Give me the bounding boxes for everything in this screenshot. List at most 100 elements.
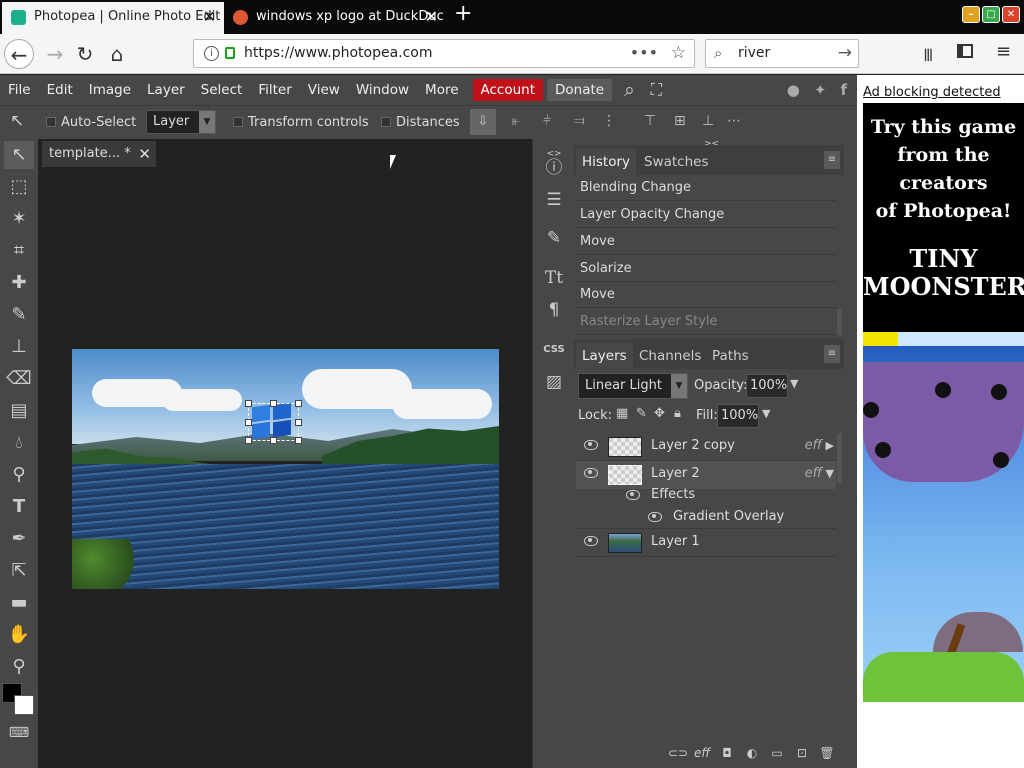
canvas-area[interactable]: template.⁠.. * ✕ (38, 139, 532, 768)
lock-all-icon[interactable]: 🔒︎ (674, 406, 681, 421)
history-item[interactable]: Layer Opacity Change (576, 202, 836, 228)
search-query[interactable]: river (738, 45, 770, 61)
facebook-icon[interactable]: f (840, 81, 847, 99)
panel-menu-icon[interactable]: ≡ (824, 151, 840, 169)
sidebar-toggle-icon[interactable] (957, 44, 973, 58)
maximize-icon[interactable]: □ (982, 6, 1000, 23)
distribute-icon[interactable]: ⋮ (602, 113, 616, 129)
align-right-icon[interactable]: ⫤ (574, 113, 585, 129)
history-item[interactable]: Move (576, 282, 836, 308)
forward-arrow-icon[interactable]: → (40, 39, 70, 69)
brush-settings-icon[interactable]: ✎ (537, 223, 571, 253)
shape-tool-icon[interactable]: ▬ (4, 589, 34, 617)
menu-edit[interactable]: Edit (39, 75, 81, 105)
ad-blocking-link[interactable]: Ad blocking detected (863, 85, 1001, 100)
river-photo[interactable] (72, 349, 499, 589)
history-item[interactable]: Blending Change (576, 175, 836, 201)
close-tab-icon[interactable]: ✕ (425, 2, 438, 32)
magic-wand-tool-icon[interactable]: ✶ (4, 205, 34, 233)
css-icon[interactable]: CSS (537, 335, 571, 365)
download-icon[interactable]: ⇩ (470, 109, 496, 135)
path-select-tool-icon[interactable]: ⇱ (4, 557, 34, 585)
tab-swatches[interactable]: Swatches (638, 149, 715, 175)
layer-row[interactable]: Layer 2 copy eff ▶ (576, 433, 836, 461)
ad-promo-text[interactable]: Try this game from the creators of Photo… (863, 103, 1024, 237)
menu-select[interactable]: Select (193, 75, 251, 105)
character-icon[interactable]: Tt (537, 263, 571, 293)
image-icon[interactable]: ▨ (537, 367, 571, 397)
url-text[interactable]: https://www.photopea.com (244, 45, 433, 61)
expand-arrow-icon[interactable]: ▶ (826, 439, 834, 452)
delete-layer-icon[interactable]: 🗑︎ (819, 745, 835, 761)
menu-window[interactable]: Window (348, 75, 417, 105)
crop-tool-icon[interactable]: ⌗ (4, 237, 34, 265)
blend-mode-dropdown[interactable]: Linear Light ▼ (578, 373, 688, 399)
menu-view[interactable]: View (300, 75, 348, 105)
adjustments-icon[interactable]: ☰ (537, 185, 571, 215)
hand-tool-icon[interactable]: ✋ (4, 621, 34, 649)
twitter-icon[interactable]: ✦ (814, 81, 827, 99)
background-color-swatch[interactable] (14, 695, 34, 715)
search-go-arrow-icon[interactable]: → (838, 43, 852, 63)
align-middle-icon[interactable]: ⊞ (674, 113, 686, 129)
layer-mask-icon[interactable]: ◘ (719, 745, 735, 761)
donate-button[interactable]: Donate (547, 79, 613, 101)
tab-history[interactable]: History (576, 149, 637, 175)
collapse-arrow-icon[interactable]: ▼ (826, 467, 834, 480)
search-bar[interactable]: ⌕ river → (705, 39, 859, 68)
menu-more[interactable]: More (417, 75, 466, 105)
healing-brush-tool-icon[interactable]: ✚ (4, 269, 34, 297)
opacity-input[interactable]: 100% (746, 374, 788, 398)
browser-tab-duckduckgo[interactable]: windows xp logo at DuckDuc ✕ (224, 2, 446, 34)
type-tool-icon[interactable]: T (4, 493, 34, 521)
transform-bounding-box[interactable] (248, 403, 299, 441)
fill-input[interactable]: 100% (717, 404, 759, 428)
effects-row[interactable]: Effects (576, 485, 836, 507)
layer-effects-badge[interactable]: eff (805, 466, 822, 481)
close-tab-icon[interactable]: ✕ (203, 2, 216, 32)
link-layers-icon[interactable]: ⊂⊃ (668, 745, 688, 761)
visibility-eye-icon[interactable] (584, 440, 598, 450)
gradient-tool-icon[interactable]: ▤ (4, 397, 34, 425)
menu-file[interactable]: File (0, 75, 39, 105)
hamburger-menu-icon[interactable]: ≡ (996, 41, 1011, 62)
new-layer-icon[interactable]: ⊡ (794, 745, 810, 761)
auto-select-checkbox[interactable] (46, 117, 56, 127)
lock-transparency-icon[interactable]: ▦ (616, 406, 628, 421)
close-window-icon[interactable]: ✕ (1002, 6, 1020, 23)
account-button[interactable]: Account (472, 79, 544, 101)
transform-controls-checkbox[interactable] (233, 117, 243, 127)
transform-handle[interactable] (295, 419, 302, 426)
distribute-horizontal-icon[interactable]: ⋯ (727, 113, 741, 129)
game-ad[interactable]: TINY MOONSTERS (863, 237, 1024, 702)
auto-select-mode-dropdown[interactable]: Layer ▼ (146, 110, 216, 134)
align-top-icon[interactable]: ⊤ (644, 113, 656, 129)
paragraph-icon[interactable]: ¶ (537, 295, 571, 325)
menu-layer[interactable]: Layer (139, 75, 193, 105)
transform-handle[interactable] (245, 400, 252, 407)
transform-handle[interactable] (295, 437, 302, 444)
clone-stamp-tool-icon[interactable]: ⊥ (4, 333, 34, 361)
blur-tool-icon[interactable]: 💧︎ (4, 429, 34, 457)
document-tab[interactable]: template.⁠.. * ✕ (42, 141, 156, 167)
layer-row[interactable]: Layer 1 (576, 529, 836, 557)
close-document-icon[interactable]: ✕ (138, 141, 151, 167)
tab-channels[interactable]: Channels (633, 343, 707, 369)
visibility-eye-icon[interactable] (648, 512, 662, 522)
menu-image[interactable]: Image (81, 75, 139, 105)
lock-position-icon[interactable]: ✥ (654, 406, 665, 421)
layer-effects-badge[interactable]: eff (805, 438, 822, 453)
reload-icon[interactable]: ↻ (70, 39, 100, 69)
bookmark-star-icon[interactable]: ☆ (671, 43, 686, 63)
transform-handle[interactable] (270, 437, 277, 444)
dodge-tool-icon[interactable]: ⚲ (4, 461, 34, 489)
layers-scrollbar[interactable] (837, 433, 842, 483)
visibility-eye-icon[interactable] (626, 490, 640, 500)
search-icon[interactable]: ⌕ (624, 79, 635, 101)
back-arrow-icon[interactable]: ← (4, 39, 34, 69)
panel-menu-icon[interactable]: ≡ (824, 345, 840, 363)
brush-tool-icon[interactable]: ✎ (4, 301, 34, 329)
eraser-tool-icon[interactable]: ⌫ (4, 365, 34, 393)
home-icon[interactable]: ⌂ (102, 39, 132, 69)
lock-image-icon[interactable]: ✎ (636, 406, 647, 421)
